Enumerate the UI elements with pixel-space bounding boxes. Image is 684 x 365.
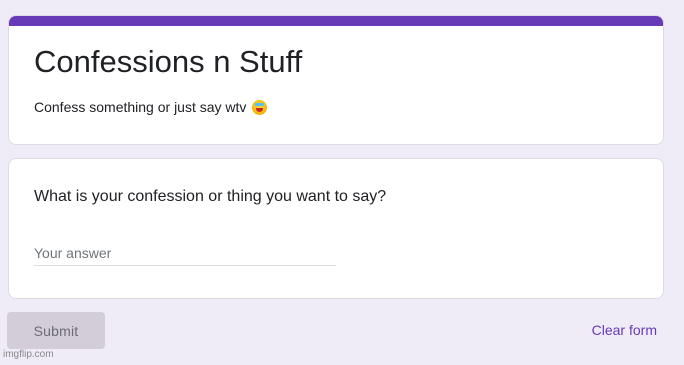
imgflip-watermark: imgflip.com — [3, 349, 54, 360]
form-header-card: Confessions n Stuff Confess something or… — [8, 15, 664, 145]
question-title: What is your confession or thing you wan… — [34, 188, 387, 205]
submit-button[interactable]: Submit — [7, 312, 105, 349]
clear-form-link[interactable]: Clear form — [592, 322, 657, 338]
form-title: Confessions n Stuff — [34, 44, 303, 79]
form-description: Confess something or just say wtv — [34, 97, 268, 117]
header-accent-bar — [9, 16, 663, 26]
laughing-emoji-icon — [252, 99, 268, 115]
answer-input[interactable] — [34, 241, 336, 266]
question-card: What is your confession or thing you wan… — [8, 158, 664, 299]
form-description-text: Confess something or just say wtv — [34, 99, 247, 115]
